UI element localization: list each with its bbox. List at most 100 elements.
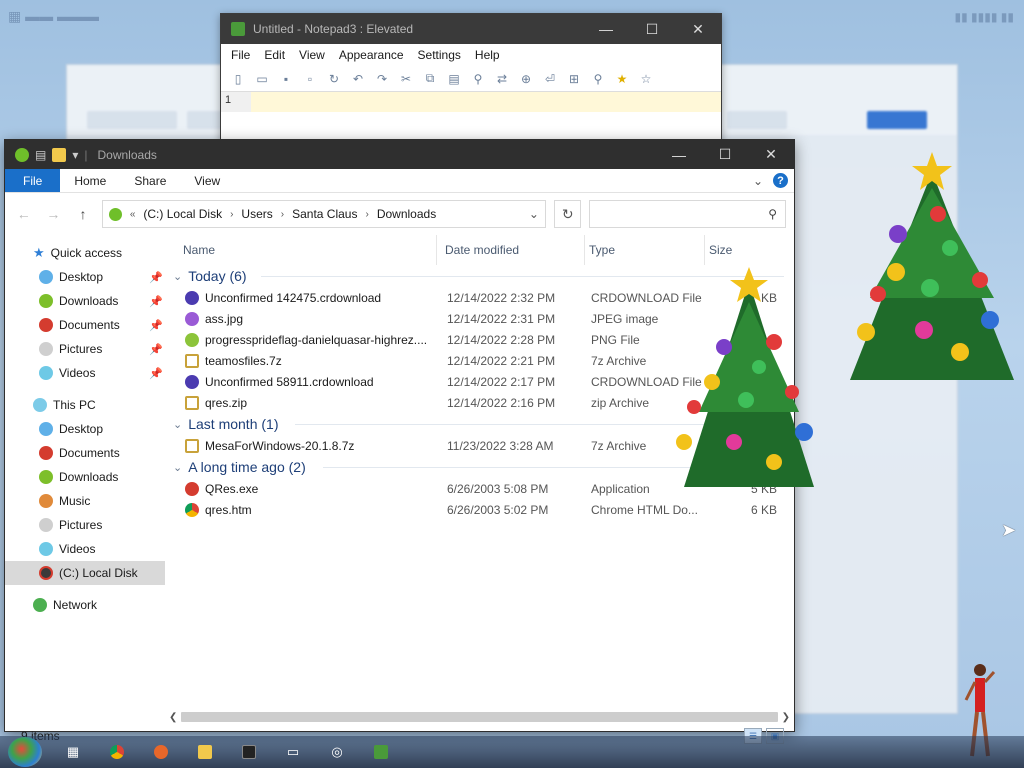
nav-pc-videos[interactable]: Videos xyxy=(5,537,165,561)
refresh-button[interactable]: ↻ xyxy=(553,200,582,228)
file-explorer-taskbar-icon[interactable] xyxy=(192,739,218,765)
nav-qa-downloads[interactable]: Downloads 📌 xyxy=(5,289,165,313)
minimize-button[interactable]: — xyxy=(656,140,702,169)
open-icon[interactable]: ▭ xyxy=(253,71,271,87)
properties-icon[interactable]: ▤ xyxy=(35,148,46,162)
menu-edit[interactable]: Edit xyxy=(264,48,285,62)
column-type[interactable]: Type xyxy=(585,235,705,265)
column-date-modified[interactable]: Date modified xyxy=(441,235,585,265)
save-icon[interactable]: ▪ xyxy=(277,71,295,87)
ribbon-expand-icon[interactable]: ⌄ xyxy=(753,174,763,188)
app-taskbar-icon[interactable]: ◎ xyxy=(324,739,350,765)
notepad-editor[interactable]: 1 xyxy=(221,92,721,112)
scroll-left-icon[interactable]: ❮ xyxy=(169,712,177,723)
forward-icon[interactable]: → xyxy=(43,206,65,222)
nav-pc-desktop[interactable]: Desktop xyxy=(5,417,165,441)
breadcrumb-santa-claus[interactable]: Santa Claus xyxy=(292,207,357,221)
nav-pc-music[interactable]: Music xyxy=(5,489,165,513)
pin-icon[interactable]: 📌 xyxy=(149,295,163,308)
nav-pc-documents[interactable]: Documents xyxy=(5,441,165,465)
maximize-button[interactable]: ☐ xyxy=(702,140,748,169)
pin-icon[interactable]: 📌 xyxy=(149,319,163,332)
nav-quick-access[interactable]: ★ Quick access xyxy=(5,241,165,265)
new-icon[interactable]: ▯ xyxy=(229,71,247,87)
tab-view[interactable]: View xyxy=(180,169,234,192)
nav-qa-documents[interactable]: Documents 📌 xyxy=(5,313,165,337)
filter-icon[interactable]: ⊞ xyxy=(565,71,583,87)
file-type: Chrome HTML Do... xyxy=(591,502,698,517)
breadcrumb-users[interactable]: Users xyxy=(241,207,272,221)
column-name[interactable]: Name xyxy=(179,235,437,265)
breadcrumb-local-disk[interactable]: (C:) Local Disk xyxy=(143,207,222,221)
chrome-taskbar-icon[interactable] xyxy=(104,739,130,765)
desktop-taskbar-icon[interactable]: ▦ xyxy=(60,739,86,765)
reload-icon[interactable]: ↻ xyxy=(325,71,343,87)
pin-icon[interactable]: 📌 xyxy=(149,367,163,380)
breadcrumb-downloads[interactable]: Downloads xyxy=(377,207,436,221)
zoom-icon[interactable]: ⊕ xyxy=(517,71,535,87)
drive-icon xyxy=(39,566,53,580)
replace-icon[interactable]: ⇄ xyxy=(493,71,511,87)
window-taskbar-icon[interactable]: ▭ xyxy=(280,739,306,765)
column-size[interactable]: Size xyxy=(705,235,785,265)
close-button[interactable]: ✕ xyxy=(675,14,721,44)
pin-icon[interactable]: 📌 xyxy=(149,343,163,356)
undo-icon[interactable]: ↶ xyxy=(349,71,367,87)
menu-settings[interactable]: Settings xyxy=(418,48,461,62)
up-icon[interactable]: ↑ xyxy=(72,206,94,222)
menu-view[interactable]: View xyxy=(299,48,325,62)
file-name: qres.zip xyxy=(205,395,248,410)
breadcrumb-overflow[interactable]: « xyxy=(130,209,136,220)
firefox-taskbar-icon[interactable] xyxy=(148,739,174,765)
menu-file[interactable]: File xyxy=(231,48,250,62)
copy-icon[interactable]: ⧉ xyxy=(421,71,439,87)
file-size: 6 KB xyxy=(750,502,777,517)
mouse-cursor-icon: ➤ xyxy=(1001,520,1017,540)
address-dropdown-icon[interactable]: ⌄ xyxy=(529,207,539,221)
redo-icon[interactable]: ↷ xyxy=(373,71,391,87)
nav-qa-pictures[interactable]: Pictures 📌 xyxy=(5,337,165,361)
back-icon[interactable]: ← xyxy=(13,206,35,222)
menu-help[interactable]: Help xyxy=(475,48,500,62)
horizontal-scrollbar[interactable]: ❮ ❯ xyxy=(169,709,790,725)
pin-icon[interactable]: 📌 xyxy=(149,271,163,284)
file-row[interactable]: qres.htm 6/26/2003 5:02 PM Chrome HTML D… xyxy=(165,499,794,520)
wordwrap-icon[interactable]: ⏎ xyxy=(541,71,559,87)
nav-this-pc[interactable]: This PC xyxy=(5,393,165,417)
nav-network[interactable]: Network xyxy=(5,593,165,617)
search-icon[interactable]: ⚲ xyxy=(589,71,607,87)
help-icon[interactable]: ? xyxy=(773,173,788,188)
nav-qa-videos[interactable]: Videos 📌 xyxy=(5,361,165,385)
nav-pc-local-disk[interactable]: (C:) Local Disk xyxy=(5,561,165,585)
scrollbar-thumb[interactable] xyxy=(181,712,778,722)
address-bar[interactable]: « (C:) Local Disk › Users › Santa Claus … xyxy=(101,200,546,228)
nav-pc-pictures[interactable]: Pictures xyxy=(5,513,165,537)
search-input[interactable]: ⚲ xyxy=(589,200,787,228)
notepad-taskbar-icon[interactable] xyxy=(368,739,394,765)
start-button[interactable] xyxy=(8,737,42,767)
explorer-title-bar[interactable]: ▤ ▾ | Downloads — ☐ ✕ xyxy=(5,140,794,169)
paste-icon[interactable]: ▤ xyxy=(445,71,463,87)
maximize-button[interactable]: ☐ xyxy=(629,14,675,44)
nav-qa-desktop[interactable]: Desktop 📌 xyxy=(5,265,165,289)
file-date: 12/14/2022 2:31 PM xyxy=(447,311,556,326)
tab-share[interactable]: Share xyxy=(120,169,180,192)
nav-pc-downloads[interactable]: Downloads xyxy=(5,465,165,489)
current-line[interactable] xyxy=(251,92,721,112)
find-icon[interactable]: ⚲ xyxy=(469,71,487,87)
cut-icon[interactable]: ✂ xyxy=(397,71,415,87)
minimize-button[interactable]: — xyxy=(583,14,629,44)
favorite-icon[interactable]: ★ xyxy=(613,71,631,87)
tab-file[interactable]: File xyxy=(5,169,61,192)
tab-home[interactable]: Home xyxy=(60,169,120,192)
notepad-window[interactable]: Untitled - Notepad3 : Elevated — ☐ ✕ Fil… xyxy=(220,13,722,145)
close-button[interactable]: ✕ xyxy=(748,140,794,169)
terminal-taskbar-icon[interactable] xyxy=(236,739,262,765)
add-favorite-icon[interactable]: ☆ xyxy=(637,71,655,87)
scroll-right-icon[interactable]: ❯ xyxy=(782,712,790,723)
notepad-title-bar[interactable]: Untitled - Notepad3 : Elevated — ☐ ✕ xyxy=(221,14,721,44)
qat-dropdown-icon[interactable]: ▾ xyxy=(72,148,78,162)
save-as-icon[interactable]: ▫ xyxy=(301,71,319,87)
new-folder-icon[interactable] xyxy=(52,147,67,162)
menu-appearance[interactable]: Appearance xyxy=(339,48,404,62)
